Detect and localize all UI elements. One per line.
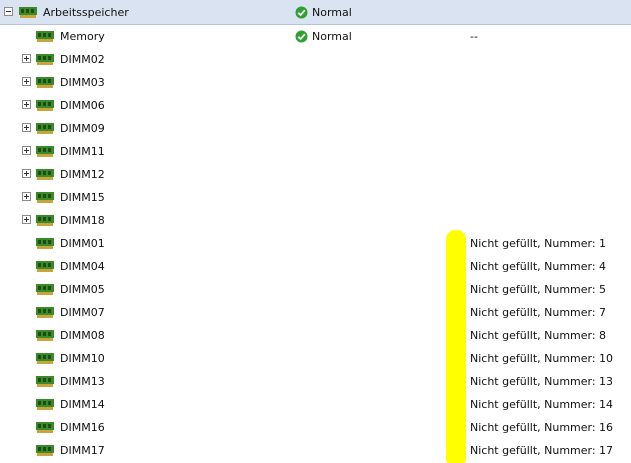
memory-chip-icon (36, 422, 54, 433)
tree-row-label: DIMM02 (60, 53, 105, 66)
tree-row-label: DIMM07 (60, 306, 105, 319)
tree-row-dimm[interactable]: DIMM04 Nicht gefüllt, Nummer: 4 (0, 255, 631, 278)
tree-row-dimm[interactable]: DIMM06 (0, 94, 631, 117)
detail-text: Nicht gefüllt, Nummer: 10 (470, 352, 614, 365)
tree-row-label: DIMM18 (60, 214, 105, 227)
memory-chip-icon (36, 54, 54, 65)
expand-toggle-icon[interactable] (22, 169, 31, 178)
detail-text: Nicht gefüllt, Nummer: 8 (470, 329, 607, 342)
expand-toggle-icon[interactable] (22, 77, 31, 86)
tree-row-dimm[interactable]: DIMM10 Nicht gefüllt, Nummer: 10 (0, 347, 631, 370)
tree-row-dimm[interactable]: DIMM11 (0, 140, 631, 163)
tree-row-dimm[interactable]: DIMM07 Nicht gefüllt, Nummer: 7 (0, 301, 631, 324)
detail-text: -- (470, 30, 478, 43)
detail-text: Nicht gefüllt, Nummer: 7 (470, 306, 607, 319)
memory-chip-icon (36, 261, 54, 272)
detail-text: Nicht gefüllt, Nummer: 13 (470, 375, 614, 388)
expand-toggle-icon[interactable] (22, 123, 31, 132)
tree-row-label: DIMM03 (60, 76, 105, 89)
expandable-dimm-list: DIMM02 DIMM03 DIMM06 DIMM09 DIMM11 DIMM12 DIMM… (0, 48, 631, 232)
detail-text: Nicht gefüllt, Nummer: 5 (470, 283, 607, 296)
detail-text: Nicht gefüllt, Nummer: 16 (470, 421, 614, 434)
tree-row-label: DIMM08 (60, 329, 105, 342)
tree-row-label: Memory (60, 30, 105, 43)
status-text: Normal (312, 30, 352, 43)
tree-row-dimm[interactable]: DIMM18 (0, 209, 631, 232)
detail-text: Nicht gefüllt, Nummer: 1 (470, 237, 607, 250)
detail-text: Nicht gefüllt, Nummer: 4 (470, 260, 607, 273)
tree-row-label: DIMM01 (60, 237, 105, 250)
detail-text: Nicht gefüllt, Nummer: 17 (470, 444, 614, 457)
tree-row-label: DIMM06 (60, 99, 105, 112)
detail-text: Nicht gefüllt, Nummer: 14 (470, 398, 614, 411)
expand-toggle-icon[interactable] (22, 146, 31, 155)
memory-chip-icon (36, 238, 54, 249)
expand-toggle-icon[interactable] (22, 192, 31, 201)
tree-row-dimm[interactable]: DIMM02 (0, 48, 631, 71)
memory-chip-icon (36, 307, 54, 318)
tree-row-label: DIMM05 (60, 283, 105, 296)
tree-row-dimm[interactable]: DIMM17 Nicht gefüllt, Nummer: 17 (0, 439, 631, 462)
hardware-tree: Arbeitsspeicher Normal Memory Normal -- … (0, 0, 631, 462)
highlighter-mark (446, 230, 466, 463)
empty-dimm-list: DIMM01 Nicht gefüllt, Nummer: 1 DIMM04 Nich… (0, 232, 631, 462)
tree-row-dimm[interactable]: DIMM09 (0, 117, 631, 140)
memory-chip-icon (36, 284, 54, 295)
check-circle-icon (295, 30, 308, 43)
memory-chip-icon (36, 353, 54, 364)
tree-row-label: DIMM13 (60, 375, 105, 388)
status-text: Normal (312, 6, 352, 19)
expand-toggle-icon[interactable] (22, 215, 31, 224)
memory-chip-icon (19, 7, 37, 18)
memory-chip-icon (36, 123, 54, 134)
tree-row-label: Arbeitsspeicher (43, 6, 129, 19)
tree-row-label: DIMM12 (60, 168, 105, 181)
memory-chip-icon (36, 169, 54, 180)
tree-row-dimm[interactable]: DIMM14 Nicht gefüllt, Nummer: 14 (0, 393, 631, 416)
memory-chip-icon (36, 77, 54, 88)
tree-row-dimm[interactable]: DIMM03 (0, 71, 631, 94)
tree-row-label: DIMM15 (60, 191, 105, 204)
memory-chip-icon (36, 215, 54, 226)
tree-row-label: DIMM16 (60, 421, 105, 434)
tree-row-label: DIMM11 (60, 145, 105, 158)
check-circle-icon (295, 6, 308, 19)
memory-chip-icon (36, 146, 54, 157)
tree-row-dimm[interactable]: DIMM08 Nicht gefüllt, Nummer: 8 (0, 324, 631, 347)
tree-row-label: DIMM04 (60, 260, 105, 273)
tree-row-arbeitsspeicher[interactable]: Arbeitsspeicher Normal (0, 0, 631, 25)
tree-row-dimm[interactable]: DIMM13 Nicht gefüllt, Nummer: 13 (0, 370, 631, 393)
memory-chip-icon (36, 399, 54, 410)
tree-row-label: DIMM17 (60, 444, 105, 457)
tree-row-label: DIMM10 (60, 352, 105, 365)
memory-chip-icon (36, 192, 54, 203)
tree-row-dimm[interactable]: DIMM12 (0, 163, 631, 186)
memory-chip-icon (36, 445, 54, 456)
tree-row-label: DIMM09 (60, 122, 105, 135)
tree-row-dimm[interactable]: DIMM05 Nicht gefüllt, Nummer: 5 (0, 278, 631, 301)
tree-row-dimm[interactable]: DIMM15 (0, 186, 631, 209)
memory-chip-icon (36, 330, 54, 341)
tree-row-label: DIMM14 (60, 398, 105, 411)
memory-chip-icon (36, 376, 54, 387)
tree-row-memory[interactable]: Memory Normal -- (0, 25, 631, 48)
tree-row-dimm[interactable]: DIMM16 Nicht gefüllt, Nummer: 16 (0, 416, 631, 439)
expand-toggle-icon[interactable] (22, 100, 31, 109)
memory-chip-icon (36, 31, 54, 42)
tree-row-dimm[interactable]: DIMM01 Nicht gefüllt, Nummer: 1 (0, 232, 631, 255)
memory-chip-icon (36, 100, 54, 111)
collapse-toggle-icon[interactable] (4, 7, 13, 16)
expand-toggle-icon[interactable] (22, 54, 31, 63)
